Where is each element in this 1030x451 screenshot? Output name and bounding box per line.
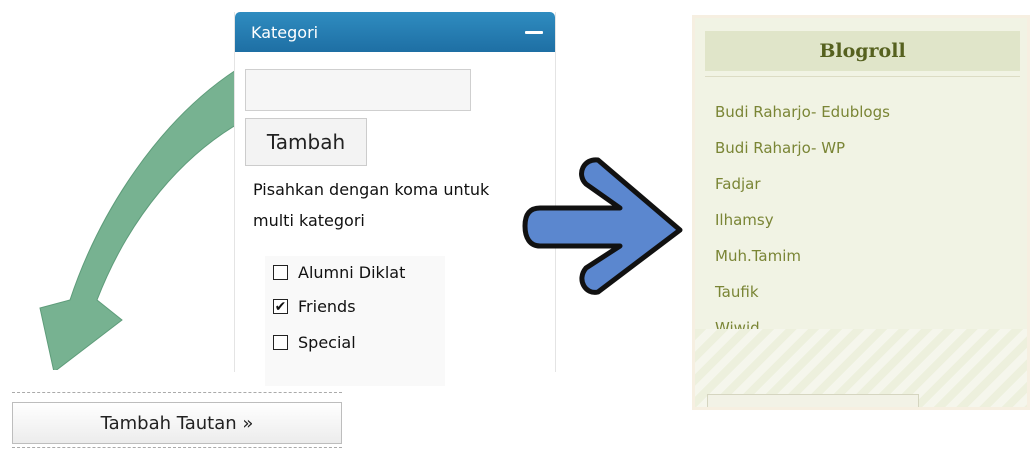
- checkbox-unchecked[interactable]: [273, 265, 288, 280]
- divider: [12, 447, 342, 451]
- category-list: Alumni Diklat ✔ Friends Special: [265, 256, 445, 386]
- category-panel: Kategori Tambah Pisahkan dengan koma unt…: [234, 12, 556, 386]
- blogroll-link[interactable]: Taufik: [715, 274, 890, 310]
- divider: [12, 392, 342, 401]
- category-item-label: Special: [298, 333, 356, 352]
- category-item-friends[interactable]: ✔ Friends: [273, 297, 356, 316]
- category-input[interactable]: [245, 69, 471, 111]
- blogroll-link[interactable]: Ilhamsy: [715, 202, 890, 238]
- checkbox-unchecked[interactable]: [273, 335, 288, 350]
- category-hint: Pisahkan dengan koma untuk multi kategor…: [253, 174, 553, 236]
- blogroll-widget: Blogroll Budi Raharjo- Edublogs Budi Rah…: [692, 15, 1030, 410]
- blogroll-footer-box: [707, 394, 919, 407]
- blogroll-link[interactable]: Fadjar: [715, 166, 890, 202]
- blogroll-link[interactable]: Muh.Tamim: [715, 238, 890, 274]
- minus-icon[interactable]: [525, 30, 543, 34]
- category-hint-line: Pisahkan dengan koma untuk: [253, 180, 490, 199]
- blogroll-footer-pattern: [695, 329, 1027, 407]
- blogroll-title: Blogroll: [705, 31, 1020, 71]
- category-panel-title: Kategori: [251, 22, 319, 42]
- blogroll-link-list: Budi Raharjo- Edublogs Budi Raharjo- WP …: [715, 94, 890, 346]
- category-item-special[interactable]: Special: [273, 333, 356, 352]
- category-item-label: Alumni Diklat: [298, 263, 406, 282]
- divider: [705, 76, 1020, 77]
- checkbox-checked[interactable]: ✔: [273, 299, 288, 315]
- add-link-button[interactable]: Tambah Tautan »: [12, 402, 342, 444]
- category-hint-line: multi kategori: [253, 211, 365, 230]
- blogroll-link[interactable]: Budi Raharjo- Edublogs: [715, 94, 890, 130]
- category-item-label: Friends: [298, 297, 356, 316]
- category-panel-header: Kategori: [235, 12, 555, 52]
- category-item-alumni-diklat[interactable]: Alumni Diklat: [273, 263, 405, 282]
- blue-right-arrow-icon: [522, 157, 683, 295]
- add-category-button[interactable]: Tambah: [245, 118, 367, 166]
- blogroll-link[interactable]: Budi Raharjo- WP: [715, 130, 890, 166]
